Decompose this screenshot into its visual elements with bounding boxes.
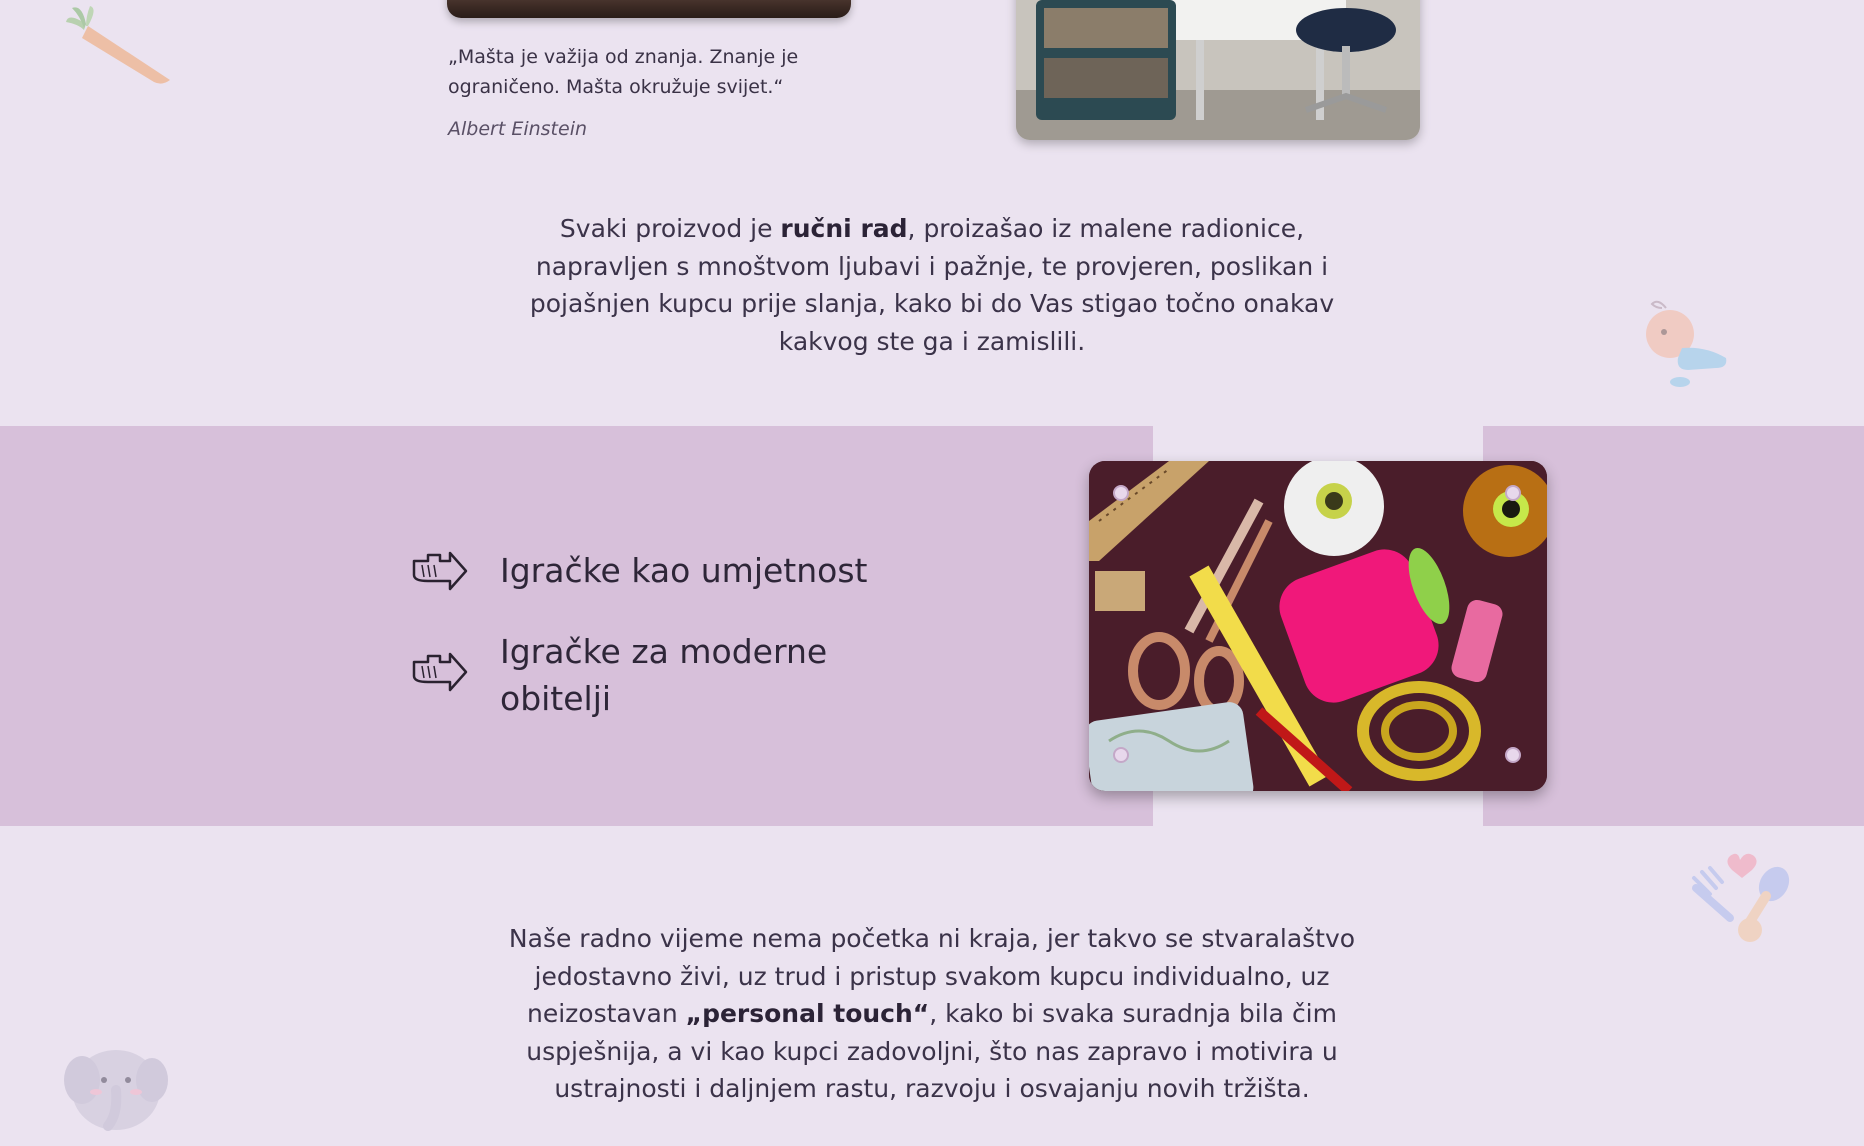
fork-spoon-heart-icon: [1692, 853, 1790, 942]
sewing-supplies-photo: [1089, 461, 1547, 791]
feature-label: Igračke za moderne obitelji: [500, 632, 828, 718]
photo-pin: [1505, 747, 1521, 763]
features-band: [0, 426, 1153, 826]
feature-item: Igračke za moderne obitelji: [410, 628, 920, 722]
carrot-icon: [66, 6, 170, 84]
intro-highlight: ručni rad: [780, 214, 908, 243]
pointing-hand-icon: [412, 551, 468, 591]
feature-label: Igračke kao umjetnost: [500, 551, 868, 590]
crawling-baby-icon: [1646, 300, 1727, 387]
photo-pin: [1113, 485, 1129, 501]
working-hours-paragraph: Naše radno vijeme nema početka ni kraja,…: [508, 924, 1356, 1103]
photo-pin: [1505, 485, 1521, 501]
quote-author: Albert Einstein: [448, 118, 588, 140]
intro-paragraph: Svaki proizvod je ručni rad, proizašao i…: [529, 214, 1335, 356]
personal-touch-highlight: „personal touch“: [685, 999, 930, 1028]
pointing-hand-icon: [412, 652, 468, 692]
feature-item: Igračke kao umjetnost: [410, 547, 920, 594]
elephant-icon: [64, 1050, 168, 1131]
photo-pin: [1113, 747, 1129, 763]
founder-photo: [447, 0, 851, 18]
workshop-photo: [1016, 0, 1420, 140]
quote-text: „Mašta je važija od znanja. Znanje je og…: [448, 46, 799, 98]
